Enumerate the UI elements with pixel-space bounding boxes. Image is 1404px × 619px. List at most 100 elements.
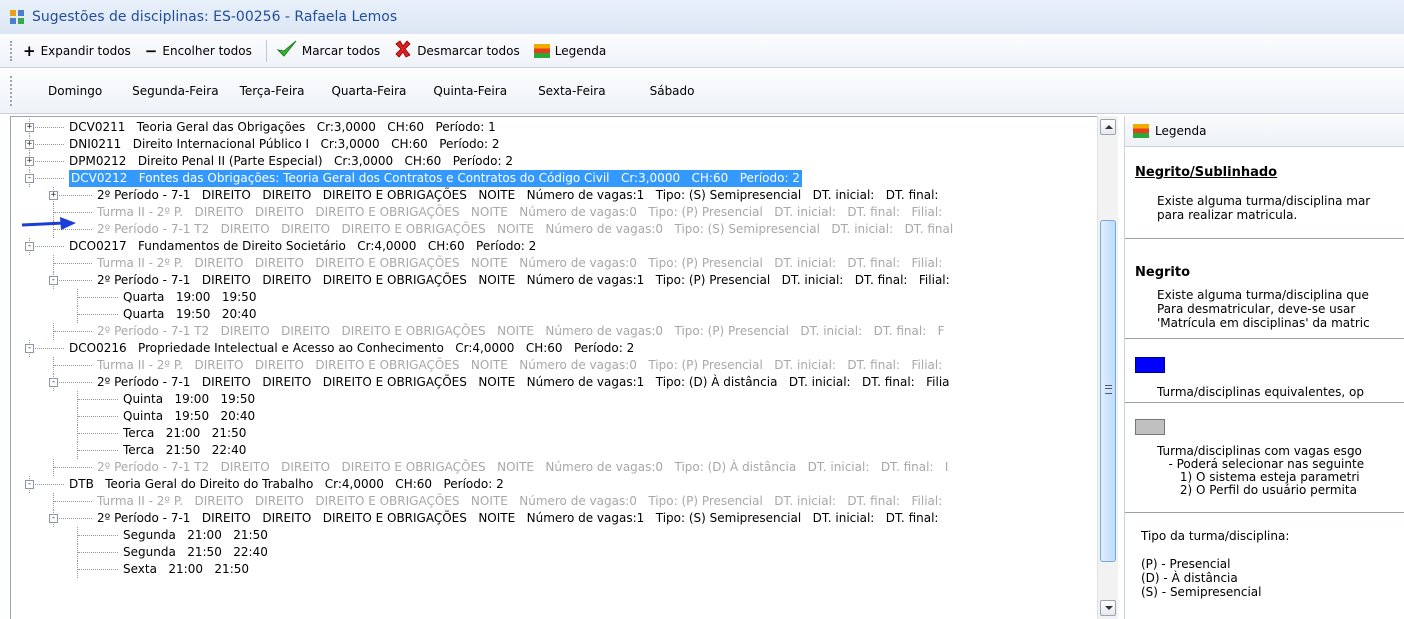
legend-section-exhausted: Turma/disciplinas com vagas esgo - Poder… [1125,403,1404,513]
tree-node-label: DCO0216 Propriedade Intelectual e Acesso… [69,341,635,355]
day-sunday[interactable]: Domingo [48,84,102,98]
tree-connector [54,382,92,384]
tree-connector [78,416,118,418]
collapse-all-button[interactable]: − Encolher todos [145,42,252,60]
check-all-button[interactable]: Marcar todos [276,40,380,61]
blue-arrow-icon [21,217,76,230]
tree-node-label: Segunda 21:00 21:50 [123,528,268,542]
scroll-down-button[interactable] [1100,600,1116,616]
tree-schedule-row[interactable]: Segunda 21:50 22:40 [11,544,1101,561]
tree-connector [54,280,92,282]
tree-course-row[interactable]: + DNI0211 Direito Internacional Público I… [11,136,1101,153]
tree-course-row[interactable]: - DTB Teoria Geral do Direito do Trabalho… [11,476,1101,493]
uncheck-all-button[interactable]: Desmarcar todos [394,40,520,61]
tree-class-row[interactable]: Turma II - 2º P. DIREITO DIREITO DIREITO… [11,255,1101,272]
uncheck-all-label: Desmarcar todos [417,43,520,58]
tree-node-label: 2º Período - 7-1 DIREITO DIREITO DIREITO… [97,511,939,525]
tree-connector [78,535,118,537]
tree-class-row[interactable]: Turma II - 2º P. DIREITO DIREITO DIREITO… [11,493,1101,510]
day-monday[interactable]: Segunda-Feira [132,84,218,98]
tree-node-label: 2º Período - 7-1 T2 DIREITO DIREITO DIRE… [97,460,949,474]
toolbar-grip[interactable] [10,75,15,106]
tree-node-label: 2º Período - 7-1 DIREITO DIREITO DIREITO… [97,375,950,389]
title-bar: Sugestões de disciplinas: ES-00256 - Raf… [0,0,1404,34]
tree-connector [54,365,92,367]
tree-course-row[interactable]: - DCO0217 Fundamentos de Direito Societár… [11,238,1101,255]
day-friday[interactable]: Sexta-Feira [538,84,606,98]
tree-schedule-row[interactable]: Terca 21:50 22:40 [11,442,1101,459]
expand-node-icon[interactable]: + [49,191,58,200]
tree-connector [30,144,64,146]
expand-all-label: Expandir todos [40,43,131,58]
tree-class-row[interactable]: 2º Período - 7-1 T2 DIREITO DIREITO DIRE… [11,323,1101,340]
collapse-node-icon[interactable]: - [49,276,58,285]
scroll-thumb[interactable] [1100,220,1116,562]
legend-title: Negrito/Sublinhado [1135,165,1278,180]
tree-class-row[interactable]: 2º Período - 7-1 T2 DIREITO DIREITO DIRE… [11,459,1101,476]
tree-node-label: DPM0212 Direito Penal II (Parte Especial… [69,154,513,168]
tree-connector [54,501,92,503]
expand-node-icon[interactable]: + [25,157,34,166]
day-tuesday[interactable]: Terça-Feira [240,84,305,98]
legend-title: Negrito [1135,265,1191,280]
tree-node-label: 2º Período - 7-1 T2 DIREITO DIREITO DIRE… [97,324,945,338]
tree-schedule-row[interactable]: Sexta 21:00 21:50 [11,561,1101,578]
tree-connector [30,484,64,486]
day-wednesday[interactable]: Quarta-Feira [331,84,406,98]
legend-icon [1133,124,1149,138]
collapse-node-icon[interactable]: - [49,514,58,523]
tree-schedule-row[interactable]: Segunda 21:00 21:50 [11,527,1101,544]
tree-class-row[interactable]: +2º Período - 7-1 DIREITO DIREITO DIREIT… [11,187,1101,204]
tree-connector [30,178,64,180]
expand-all-button[interactable]: + Expandir todos [23,42,131,60]
tree-schedule-row[interactable]: Terca 21:00 21:50 [11,425,1101,442]
tree-course-row[interactable]: - DCV0212 Fontes das Obrigações: Teoria G… [11,170,1101,187]
tree-connector [78,297,118,299]
legend-section-bold-underline: Negrito/Sublinhado Existe alguma turma/d… [1125,147,1404,239]
collapse-node-icon[interactable]: - [25,480,34,489]
legend-panel: Legenda Negrito/Sublinhado Existe alguma… [1124,116,1404,619]
expand-node-icon[interactable]: + [25,123,34,132]
legend-section-bold: Negrito Existe alguma turma/disciplina q… [1125,239,1404,339]
day-thursday[interactable]: Quinta-Feira [433,84,507,98]
tree-connector [78,433,118,435]
action-toolbar: + Expandir todos − Encolher todos Marcar… [0,34,1404,68]
plus-icon: + [23,41,36,60]
day-saturday[interactable]: Sábado [650,84,695,98]
tree-connector [78,450,118,452]
collapse-node-icon[interactable]: - [25,344,34,353]
tree-class-row[interactable]: Turma II - 2º P. DIREITO DIREITO DIREITO… [11,357,1101,374]
tree-course-row[interactable]: - DCO0216 Propriedade Intelectual e Acess… [11,340,1101,357]
suggestions-tree[interactable]: + DCV0211 Teoria Geral das Obrigações Cr:… [10,116,1118,619]
tree-schedule-row[interactable]: Quarta 19:00 19:50 [11,289,1101,306]
scroll-up-button[interactable] [1100,119,1116,135]
tree-node-label: Quarta 19:50 20:40 [123,307,257,321]
legend-button[interactable]: Legenda [533,43,607,58]
collapse-node-icon[interactable]: - [25,174,34,183]
tree-connector [30,161,64,163]
tree-schedule-row[interactable]: Quinta 19:00 19:50 [11,391,1101,408]
gray-swatch [1135,419,1165,435]
legend-label: Legenda [554,43,607,58]
collapse-node-icon[interactable]: - [25,242,34,251]
tree-class-row[interactable]: - 2º Período - 7-1 DIREITO DIREITO DIREIT… [11,374,1101,391]
toolbar-grip[interactable] [10,40,15,61]
tree-node-label: Sexta 21:00 21:50 [123,562,249,576]
tree-class-row[interactable]: - 2º Período - 7-1 DIREITO DIREITO DIREIT… [11,272,1101,289]
tree-course-row[interactable]: + DCV0211 Teoria Geral das Obrigações Cr:… [11,119,1101,136]
tree-node-label: Turma II - 2º P. DIREITO DIREITO DIREITO… [97,358,943,372]
tree-schedule-row[interactable]: Quinta 19:50 20:40 [11,408,1101,425]
tree-course-row[interactable]: + DPM0212 Direito Penal II (Parte Especia… [11,153,1101,170]
tree-class-row[interactable]: Turma II - 2º P. DIREITO DIREITO DIREITO… [11,204,1101,221]
tree-node-label: Turma II - 2º P. DIREITO DIREITO DIREITO… [97,205,943,219]
tree-class-row[interactable]: - 2º Período - 7-1 DIREITO DIREITO DIREIT… [11,510,1101,527]
expand-node-icon[interactable]: + [25,140,34,149]
legend-icon [533,43,550,58]
collapse-node-icon[interactable]: - [49,378,58,387]
tree-node-label: Terca 21:00 21:50 [123,426,247,440]
tree-class-row[interactable]: 2º Período - 7-1 T2 DIREITO DIREITO DIRE… [11,221,1101,238]
tree-schedule-row[interactable]: Quarta 19:50 20:40 [11,306,1101,323]
tree-node-label: 2º Período - 7-1 DIREITO DIREITO DIREITO… [97,273,950,287]
tree-scrollbar[interactable] [1097,116,1118,619]
tree-connector [78,399,118,401]
